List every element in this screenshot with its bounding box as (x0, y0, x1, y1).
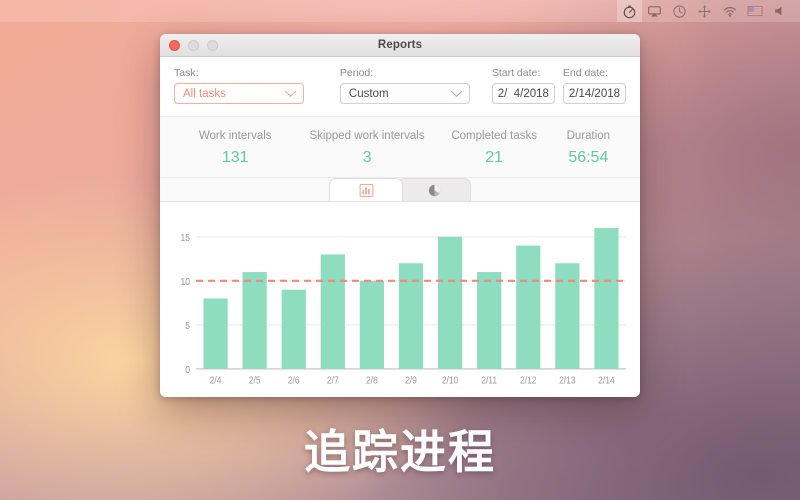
start-date-filter: Start date: 2/ 4/2018 (491, 67, 555, 104)
bar-chart: 0 5 10 15 2/4 2/5 2/6 2/7 2/8 2/9 2/10 2/11 2/12 2/13… (181, 228, 626, 386)
end-date-input[interactable]: 2/14/2018 (562, 83, 626, 104)
filter-bar: Task: All tasks Period: Custom Start dat… (160, 57, 640, 117)
period-filter: Period: Custom (339, 67, 470, 104)
x-axis-tick-label: 2/8 (366, 374, 378, 386)
x-axis-tick-label: 2/12 (520, 374, 537, 386)
airplay-icon[interactable] (642, 0, 667, 22)
stat-value: 131 (221, 149, 249, 166)
stat-label: Work intervals (198, 130, 272, 142)
x-axis-tick-label: 2/9 (405, 374, 417, 386)
y-axis-tick-label: 5 (185, 319, 190, 331)
summary-stats: Work intervals 131 Skipped work interval… (160, 117, 640, 178)
period-select[interactable]: Custom (339, 83, 470, 104)
close-button[interactable] (169, 39, 180, 51)
period-select-value: Custom (348, 87, 389, 100)
chart-bar[interactable] (320, 254, 345, 369)
x-axis-tick-label: 2/4 (210, 374, 222, 386)
window-titlebar[interactable]: Reports (160, 34, 640, 57)
chart-bar[interactable] (555, 263, 580, 369)
stat-duration: Duration 56:54 (551, 129, 626, 167)
chevron-down-icon (450, 90, 463, 98)
end-date-label: End date: (562, 67, 608, 79)
y-axis-tick-label: 10 (181, 275, 190, 287)
task-filter: Task: All tasks (174, 67, 304, 104)
chart-tabs (160, 178, 640, 202)
end-date-filter: End date: 2/14/2018 (562, 67, 626, 104)
stat-value: 56:54 (568, 149, 609, 166)
tab-bar-chart[interactable] (329, 178, 403, 201)
traffic-lights (160, 39, 218, 51)
timer-icon[interactable] (617, 0, 642, 22)
task-select[interactable]: All tasks (174, 83, 304, 104)
x-axis-tick-label: 2/11 (481, 374, 497, 386)
pie-chart-icon (427, 183, 442, 198)
stat-skipped-work-intervals: Skipped work intervals 3 (296, 129, 437, 167)
stat-label: Completed tasks (451, 130, 537, 142)
chart-bar[interactable] (281, 289, 306, 369)
y-axis-tick-label: 0 (185, 363, 190, 375)
promo-caption: 追踪进程 (304, 425, 496, 479)
stat-work-intervals: Work intervals 131 (174, 129, 296, 167)
x-axis-tick-label: 2/10 (442, 374, 459, 386)
macos-menu-bar (0, 0, 800, 22)
wifi-icon[interactable] (717, 0, 742, 22)
bar-chart-panel: 0 5 10 15 2/4 2/5 2/6 2/7 2/8 2/9 2/10 2/11 2/12 2/13… (160, 202, 640, 397)
start-date-input[interactable]: 2/ 4/2018 (491, 83, 555, 104)
chart-bar[interactable] (242, 272, 267, 369)
maximize-button[interactable] (207, 39, 218, 51)
window-title: Reports (377, 39, 423, 51)
chart-bar[interactable] (203, 298, 228, 369)
period-label: Period: (339, 67, 374, 79)
chart-bar[interactable] (477, 272, 502, 369)
reports-window: Reports Task: All tasks Period: Custom S… (160, 34, 640, 397)
clock-icon[interactable] (667, 0, 692, 22)
task-label: Task: (174, 67, 199, 79)
chart-bar[interactable] (516, 245, 541, 369)
x-axis-tick-label: 2/14 (598, 374, 615, 386)
start-date-label: Start date: (491, 67, 541, 79)
flag-icon[interactable] (742, 0, 767, 22)
x-axis-tick-label: 2/13 (559, 374, 576, 386)
volume-icon[interactable] (767, 0, 792, 22)
x-axis-tick-label: 2/6 (288, 374, 300, 386)
bar-chart-icon (359, 183, 374, 198)
stat-value: 3 (362, 149, 372, 166)
chart-bar[interactable] (398, 263, 424, 369)
y-axis-tick-label: 15 (181, 231, 190, 243)
desktop-wallpaper: Reports Task: All tasks Period: Custom S… (0, 0, 800, 500)
stat-value: 21 (485, 149, 504, 166)
chart-bar[interactable] (437, 236, 463, 369)
stat-completed-tasks: Completed tasks 21 (438, 129, 551, 167)
x-axis-tick-label: 2/7 (327, 374, 339, 386)
tab-pie-chart[interactable] (397, 178, 471, 201)
stat-label: Skipped work intervals (309, 130, 425, 142)
chart-bar[interactable] (594, 228, 619, 369)
move-icon[interactable] (692, 0, 717, 22)
chevron-down-icon (284, 90, 297, 98)
task-select-value: All tasks (183, 87, 226, 100)
x-axis-tick-label: 2/5 (249, 374, 261, 386)
minimize-button[interactable] (188, 39, 199, 51)
stat-label: Duration (566, 130, 611, 142)
chart-bar[interactable] (359, 280, 385, 369)
